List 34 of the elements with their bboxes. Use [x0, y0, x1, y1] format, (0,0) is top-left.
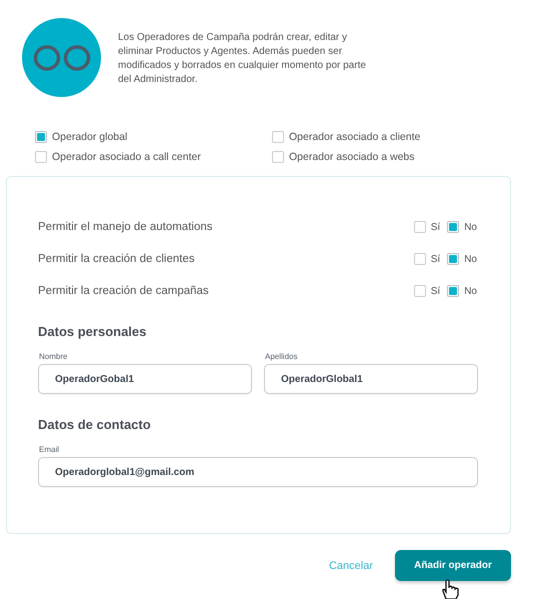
checkbox[interactable] [447, 253, 460, 265]
section-heading: Datos de contacto [38, 417, 152, 432]
add-operator-button[interactable]: Añadir operador [395, 550, 511, 581]
checkbox-label: No [464, 222, 477, 232]
input-field[interactable]: OperadorGobal1 [38, 364, 252, 394]
permission-label: Permitir el manejo de automations [38, 221, 212, 233]
section-heading: Datos personales [38, 324, 148, 339]
checkbox[interactable] [447, 221, 460, 233]
checkbox[interactable] [414, 285, 426, 297]
description-text: Los Operadores de Campaña podrán crear, editar y eliminar Productos y Agentes. Además pueden ser modificados y borrados en cualquier momento por parte del Administrador. [118, 30, 367, 86]
checkbox-label: Sí [430, 254, 440, 264]
checkbox-label: Operador asociado a cliente [289, 131, 420, 143]
input-field[interactable]: OperadorGlobal1 [264, 364, 478, 394]
checkbox-label: Operador asociado a webs [289, 151, 414, 163]
field-label: Nombre [39, 352, 68, 361]
field-label: Email [39, 445, 60, 454]
checkbox[interactable] [35, 131, 47, 143]
checkbox[interactable] [447, 285, 460, 297]
field-label: Apellidos [265, 352, 298, 361]
checkbox-label: Operador global [52, 131, 128, 143]
checkbox[interactable] [272, 131, 284, 143]
checkbox[interactable] [414, 253, 426, 265]
checkbox-label: Sí [430, 286, 440, 296]
rings-icon [32, 44, 90, 72]
checkbox[interactable] [272, 151, 284, 163]
checkbox-label: No [464, 286, 477, 296]
checkbox-label: Sí [430, 222, 440, 232]
checkbox[interactable] [35, 151, 47, 163]
checkbox-label: Operador asociado a call center [52, 151, 201, 163]
checkbox[interactable] [414, 221, 426, 233]
input-field[interactable]: Operadorglobal1@gmail.com [38, 457, 478, 487]
checkbox-label: No [464, 254, 477, 264]
permission-label: Permitir la creación de clientes [38, 253, 195, 265]
permission-label: Permitir la creación de campañas [38, 285, 209, 297]
